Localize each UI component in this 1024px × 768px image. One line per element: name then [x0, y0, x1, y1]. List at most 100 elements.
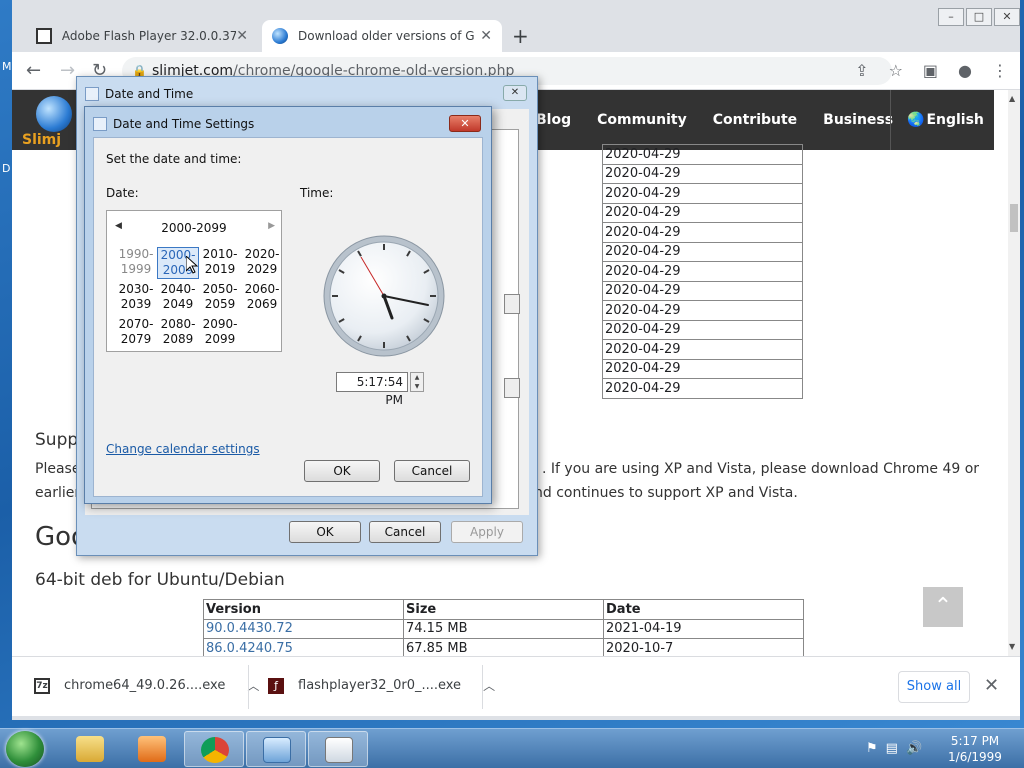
calendar-clock-icon	[85, 87, 99, 101]
slimjet-logo[interactable]: Slimj	[22, 94, 82, 148]
ok-button[interactable]: OK	[304, 460, 380, 482]
decade-cell[interactable]: 2080- 2089	[157, 317, 199, 349]
close-button[interactable]: ✕	[449, 115, 481, 132]
taskbar-date-time[interactable]	[308, 731, 368, 767]
language-selector[interactable]: 🌏 English	[890, 90, 994, 150]
table-row: 2020-04-29	[602, 339, 803, 360]
time-input[interactable]: 5:17:54 PM	[336, 372, 408, 407]
scroll-down-icon[interactable]: ▼	[1009, 642, 1015, 651]
desktop-icon-label[interactable]: D	[2, 162, 10, 175]
chevron-up-icon[interactable]: ︿	[483, 677, 495, 694]
share-icon[interactable]: ⇪	[855, 61, 868, 80]
table-row: 2020-04-29	[602, 163, 803, 184]
nav-contribute[interactable]: Contribute	[713, 112, 797, 128]
paragraph-text: nd continues to support XP and Vista.	[534, 485, 798, 501]
taskbar-explorer[interactable]	[60, 731, 120, 767]
analog-clock	[323, 235, 445, 357]
maximize-button[interactable]: □	[966, 8, 992, 26]
decade-cell[interactable]: 1990- 1999	[115, 247, 157, 279]
network-icon[interactable]: ▤	[886, 741, 898, 756]
decade-cell[interactable]: 2020- 2029	[241, 247, 283, 279]
decade-start: 2040-	[160, 282, 196, 296]
apply-button[interactable]: Apply	[451, 521, 523, 543]
date-cell: 2021-04-19	[603, 618, 804, 639]
nav-blog[interactable]: Blog	[536, 112, 571, 128]
menu-icon[interactable]: ⋮	[992, 61, 1008, 80]
chevron-up-icon[interactable]: ︿	[247, 677, 259, 694]
tab-close-icon[interactable]: ✕	[480, 28, 492, 44]
date-cell: 2020-04-29	[602, 358, 803, 379]
cancel-button[interactable]: Cancel	[369, 521, 441, 543]
taskbar-media-player[interactable]	[122, 731, 182, 767]
globe-icon	[272, 28, 288, 44]
nav-business[interactable]: Business	[823, 112, 893, 128]
forward-button[interactable]: →	[60, 60, 75, 81]
desktop-icon-label[interactable]: M	[2, 60, 12, 73]
close-button[interactable]: ✕	[503, 85, 527, 101]
decade-end: 1999	[120, 262, 152, 276]
table-row: 2020-04-29	[602, 241, 803, 262]
hidden-button[interactable]	[504, 378, 520, 398]
paragraph-text: . If you are using XP and Vista, please …	[542, 461, 980, 477]
divider	[248, 665, 249, 709]
control-panel-icon	[263, 737, 291, 763]
globe-icon: 🌏	[907, 112, 925, 128]
scroll-thumb[interactable]	[1010, 204, 1018, 232]
calendar-clock-icon	[325, 737, 353, 763]
time-spinner[interactable]: ▲ ▼	[410, 372, 424, 392]
back-button[interactable]: ←	[26, 60, 41, 81]
decade-cell[interactable]: 2040- 2049	[157, 282, 199, 314]
volume-icon[interactable]: 🔊	[906, 741, 922, 756]
scroll-up-icon[interactable]: ▲	[1009, 94, 1015, 103]
close-icon[interactable]: ✕	[984, 675, 999, 696]
decade-cell[interactable]: 2060- 2069	[241, 282, 283, 314]
taskbar-clock[interactable]: 5:17 PM 1/6/1999	[940, 733, 1010, 765]
profile-icon[interactable]: ●	[958, 61, 972, 80]
decade-start: 2050-	[202, 282, 238, 296]
scroll-to-top-button[interactable]: ⌃	[923, 587, 963, 627]
decade-start: 2060-	[244, 282, 280, 296]
tab-title: Download older versions of Goog	[298, 29, 474, 43]
minimize-button[interactable]: –	[938, 8, 964, 26]
cancel-button[interactable]: Cancel	[394, 460, 470, 482]
version-link[interactable]: 90.0.4430.72	[203, 618, 404, 639]
change-calendar-settings-link[interactable]: Change calendar settings	[106, 442, 260, 456]
size-cell: 67.85 MB	[403, 638, 604, 656]
bookmark-star-icon[interactable]: ☆	[889, 61, 903, 80]
size-cell: 74.15 MB	[403, 618, 604, 639]
decade-end: 2049	[162, 297, 194, 311]
decade-end: 2059	[204, 297, 236, 311]
decade-cell[interactable]: 2030- 2039	[115, 282, 157, 314]
new-tab-button[interactable]: +	[512, 24, 529, 48]
tab-close-icon[interactable]: ✕	[236, 28, 248, 44]
ok-button[interactable]: OK	[289, 521, 361, 543]
version-link[interactable]: 86.0.4240.75	[203, 638, 404, 656]
date-cell: 2020-04-29	[602, 300, 803, 321]
nav-community[interactable]: Community	[597, 112, 687, 128]
version-table: Version Size Date 90.0.4430.72 74.15 MB …	[203, 599, 804, 656]
close-button[interactable]: ✕	[994, 8, 1020, 26]
decade-cell[interactable]: 2010- 2019	[199, 247, 241, 279]
decade-cell[interactable]: 2090- 2099	[199, 317, 241, 349]
taskbar-control-panel[interactable]	[246, 731, 306, 767]
hidden-button[interactable]	[504, 294, 520, 314]
decade-end: 2089	[162, 332, 194, 346]
decade-calendar: ◀ 2000-2099 ▶ 1990- 1999 2000- 2009 2010- 201…	[106, 210, 282, 352]
decade-end: 2079	[120, 332, 152, 346]
tab-slimjet-download[interactable]: Download older versions of Goog ✕	[262, 20, 502, 52]
decade-cell[interactable]: 2070- 2079	[115, 317, 157, 349]
start-button[interactable]	[6, 731, 44, 767]
action-center-icon[interactable]: ⚑	[866, 741, 878, 756]
download-item[interactable]: 7z chrome64_49.0.26....exe ︿	[34, 677, 259, 694]
page-scrollbar[interactable]: ▲ ▼	[1008, 90, 1020, 656]
next-arrow-icon[interactable]: ▶	[268, 221, 275, 231]
tab-adobe-flash[interactable]: Adobe Flash Player 32.0.0.371 – I ✕	[26, 20, 258, 52]
decade-cell[interactable]: 2050- 2059	[199, 282, 241, 314]
download-item[interactable]: ƒ flashplayer32_0r0_....exe ︿	[268, 677, 495, 694]
sidepanel-icon[interactable]: ▣	[923, 61, 938, 80]
folder-icon	[76, 736, 104, 762]
taskbar-chrome[interactable]	[184, 731, 244, 767]
column-header: Size	[403, 599, 604, 620]
calendar-header[interactable]: 2000-2099	[107, 221, 281, 235]
show-all-button[interactable]: Show all	[898, 671, 970, 703]
